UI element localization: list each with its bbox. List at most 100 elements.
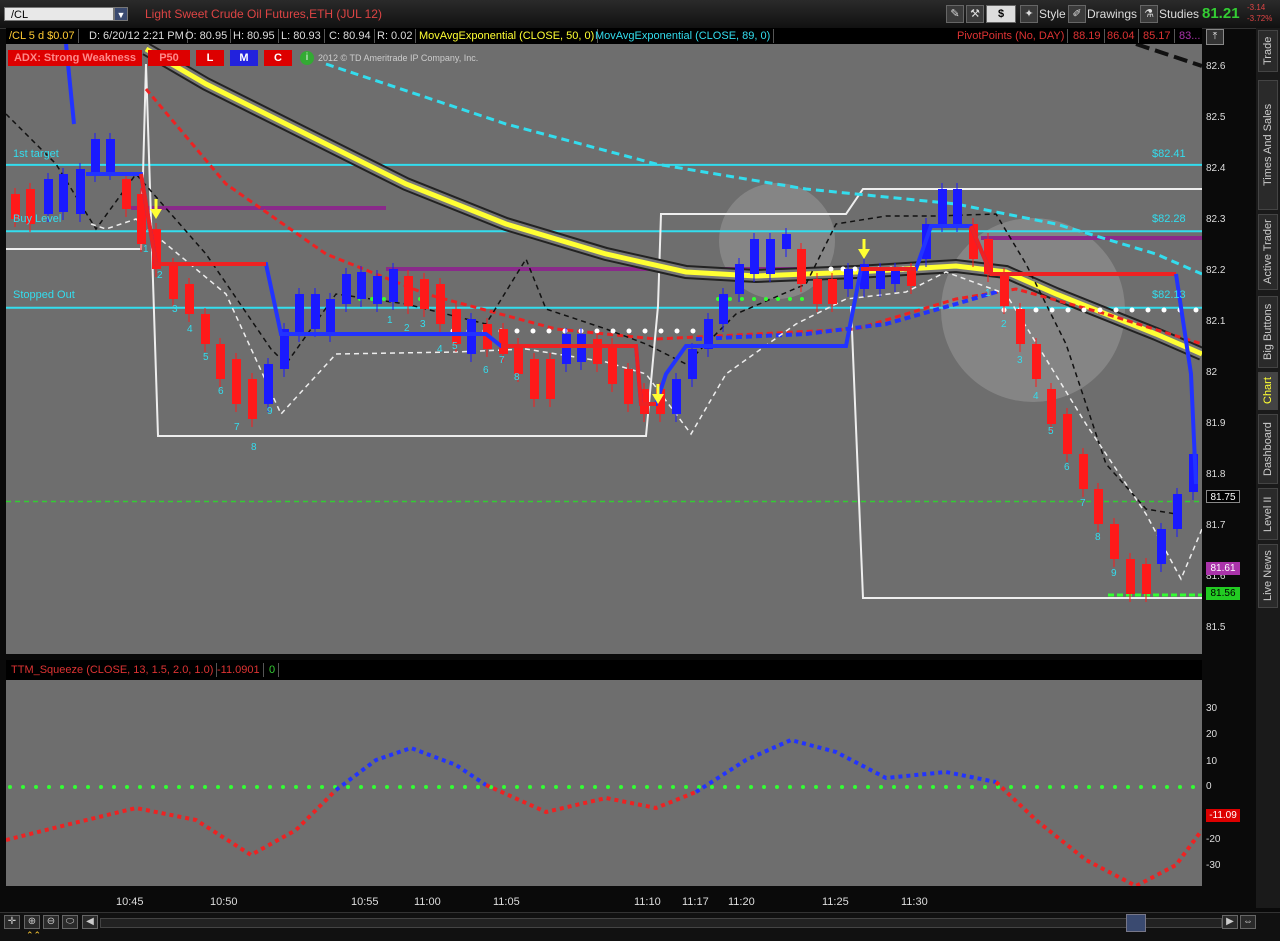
candle-body <box>389 269 398 302</box>
time-axis-label: 11:05 <box>493 896 520 908</box>
tab-live-news[interactable]: Live News <box>1258 544 1278 608</box>
net-change-percent: -3.72% <box>1247 14 1273 23</box>
candle-body <box>169 264 178 299</box>
zoom-out-icon[interactable]: ⊖ <box>43 915 59 929</box>
count-label: 4 <box>1033 391 1039 402</box>
squeeze-dot <box>567 785 571 789</box>
candle-body <box>546 359 555 399</box>
squeeze-dot <box>1139 785 1143 789</box>
white-dot <box>690 328 696 334</box>
scroll-left-icon[interactable]: ◀ <box>82 915 98 929</box>
squeeze-dot <box>918 785 922 789</box>
drag-mode-icon[interactable]: ⬭ <box>62 915 78 929</box>
pivot-r2: 86.04 <box>1104 29 1139 43</box>
style-icon[interactable]: ✦ <box>1020 5 1038 23</box>
candle-body <box>232 359 241 404</box>
zoom-in-icon[interactable]: ⊕ <box>24 915 40 929</box>
crosshair-icon[interactable]: ✛ <box>4 915 20 929</box>
study-pivot[interactable]: PivotPoints (No, DAY) <box>954 29 1069 43</box>
squeeze-dot <box>21 785 25 789</box>
white-dot <box>642 328 648 334</box>
symbol-input[interactable]: /CL <box>4 7 114 21</box>
adx-l: L <box>196 50 224 66</box>
squeeze-dot <box>515 785 519 789</box>
candle-body <box>326 299 335 334</box>
level-first-target-value: $82.41 <box>1152 148 1186 160</box>
white-dot <box>828 266 834 272</box>
squeeze-dot <box>840 785 844 789</box>
level-stopped-out: Stopped Out <box>13 289 75 301</box>
squeeze-dot <box>242 785 246 789</box>
tab-big-buttons[interactable]: Big Buttons <box>1258 296 1278 368</box>
squeeze-dot <box>138 785 142 789</box>
green-dot <box>728 297 732 301</box>
count-label: 5 <box>452 341 458 352</box>
info-icon[interactable]: i <box>300 51 314 65</box>
currency-button[interactable]: $ <box>986 5 1016 23</box>
tab-dashboard[interactable]: Dashboard <box>1258 414 1278 484</box>
candle-body <box>1079 454 1088 489</box>
squeeze-dot <box>1191 785 1195 789</box>
count-label: 1 <box>387 315 393 326</box>
study-ema89[interactable]: MovAvgExponential (CLOSE, 89, 0) <box>592 29 775 43</box>
price-axis-label: 81.8 <box>1206 469 1226 480</box>
white-dot <box>530 328 536 334</box>
squeeze-dot <box>1009 785 1013 789</box>
expand-icon[interactable]: ⇔ <box>1240 915 1256 929</box>
squeeze-dot <box>814 785 818 789</box>
white-dot <box>658 328 664 334</box>
squeeze-tag: -11.09 <box>1206 809 1240 822</box>
candle-body <box>91 139 100 174</box>
count-label: 2 <box>157 270 163 281</box>
wrench-icon[interactable]: ⚒ <box>966 5 984 23</box>
adx-p50: P50 <box>148 50 190 66</box>
level-buy: Buy Level <box>13 213 62 225</box>
squeeze-dot <box>255 785 259 789</box>
chart-settings-icon[interactable]: ⤒ <box>1206 29 1224 45</box>
candle-body <box>907 269 916 286</box>
squeeze-dot <box>502 785 506 789</box>
squeeze-dot <box>1165 785 1169 789</box>
white-dot <box>562 328 568 334</box>
ttm-zero: 0 <box>266 663 280 677</box>
count-label: 8 <box>1095 532 1101 543</box>
study-ema50[interactable]: MovAvgExponential (CLOSE, 50, 0) <box>416 29 599 43</box>
tab-level-ii[interactable]: Level II <box>1258 488 1278 540</box>
squeeze-dot <box>879 785 883 789</box>
candle-body <box>828 279 837 304</box>
price-axis-label: 82.3 <box>1206 214 1226 225</box>
scrollbar-thumb[interactable] <box>1126 914 1146 932</box>
studies-button[interactable]: Studies <box>1159 5 1199 23</box>
candle-body <box>1173 494 1182 529</box>
drawing-tool-icon[interactable]: ✎ <box>946 5 964 23</box>
price-tag-low: 81.56 <box>1206 587 1240 600</box>
squeeze-dot <box>99 785 103 789</box>
squeeze-dot <box>177 785 181 789</box>
squeeze-dot <box>606 785 610 789</box>
squeeze-chart[interactable] <box>6 660 1202 886</box>
symbol-period[interactable]: /CL 5 d $0.07 <box>6 29 79 43</box>
green-dot <box>776 297 780 301</box>
tab-times-and-sales[interactable]: Times And Sales <box>1258 80 1278 210</box>
study-ttm-squeeze[interactable]: TTM_Squeeze (CLOSE, 13, 1.5, 2.0, 1.0) <box>8 663 218 677</box>
squeeze-axis-label: -20 <box>1206 834 1221 845</box>
style-button[interactable]: Style <box>1039 5 1066 23</box>
drawings-button[interactable]: Drawings <box>1087 5 1137 23</box>
pencil-icon[interactable]: ✐ <box>1068 5 1086 23</box>
price-chart[interactable]: 12345678912345678123456789 <box>6 44 1202 654</box>
tab-chart[interactable]: Chart <box>1258 372 1278 410</box>
level-buy-value: $82.28 <box>1152 213 1186 225</box>
candle-body <box>938 189 947 224</box>
time-scrollbar[interactable] <box>100 918 1222 928</box>
count-label: 1 <box>143 244 149 255</box>
squeeze-dot <box>892 785 896 789</box>
squeeze-dot <box>125 785 129 789</box>
scroll-right-icon[interactable]: ▶ <box>1222 915 1238 929</box>
tab-active-trader[interactable]: Active Trader <box>1258 214 1278 290</box>
chevron-down-icon[interactable]: ▼ <box>114 7 128 21</box>
squeeze-dot <box>307 785 311 789</box>
studies-icon[interactable]: ⚗ <box>1140 5 1158 23</box>
expand-up-icon[interactable]: ⌃⌃ <box>26 930 41 941</box>
squeeze-dot <box>112 785 116 789</box>
tab-trade[interactable]: Trade <box>1258 30 1278 72</box>
